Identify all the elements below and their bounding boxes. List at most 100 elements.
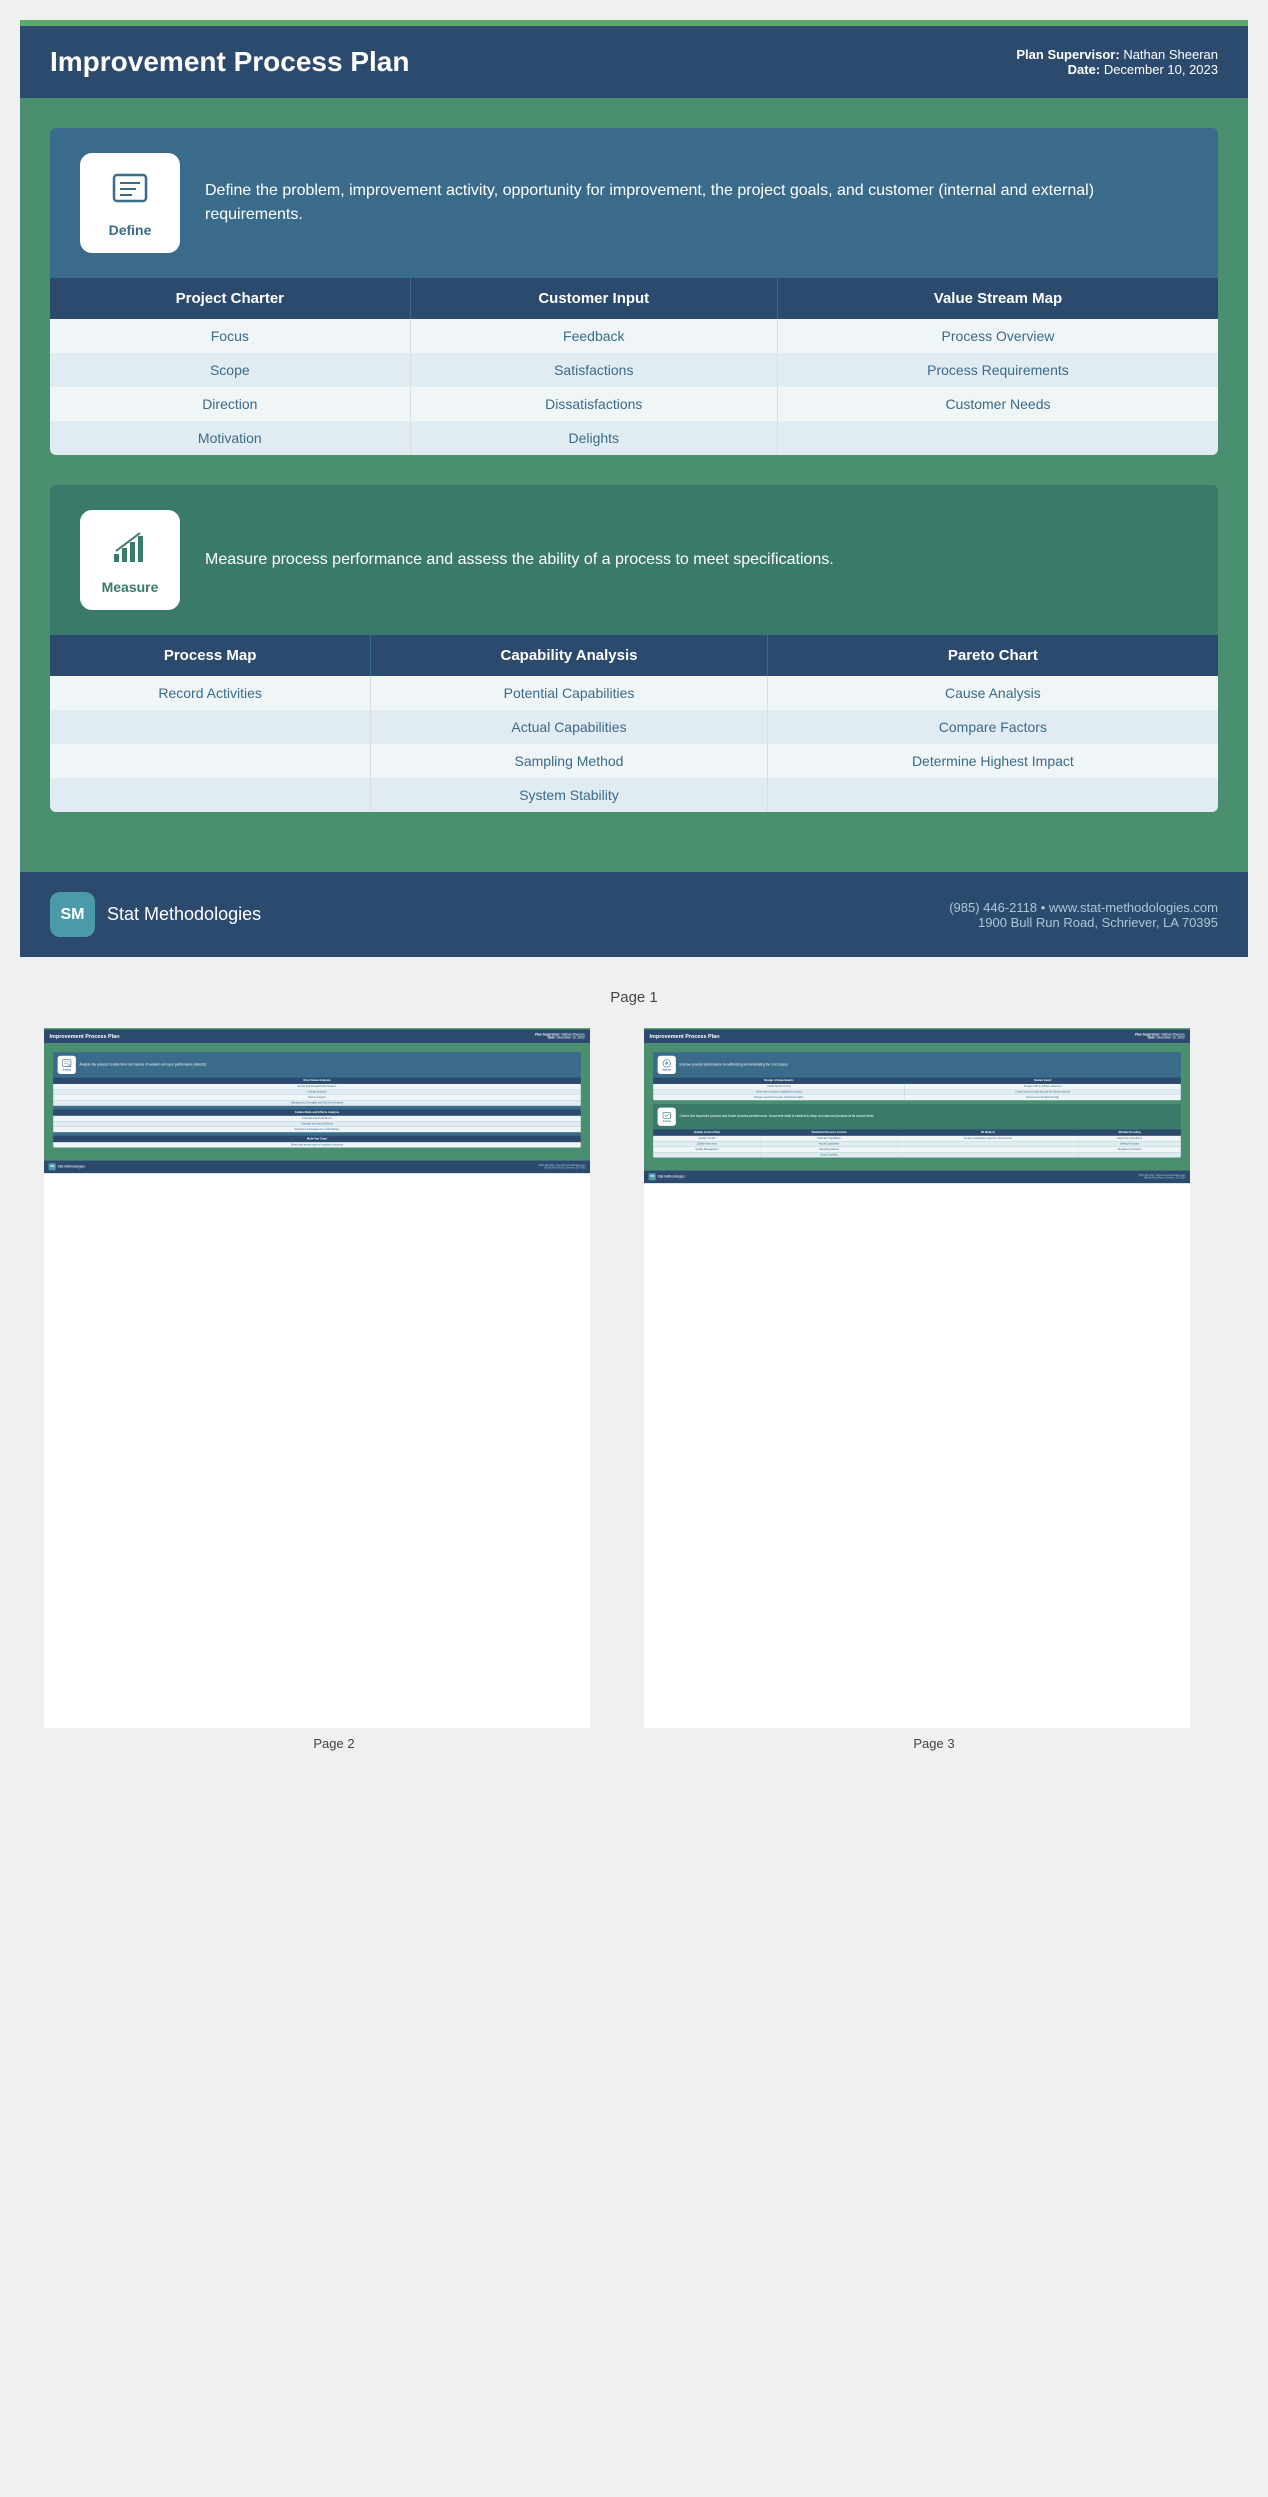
cell: Process Overview [777,319,1218,353]
table-row: Actual Capabilities Compare Factors [50,710,1218,744]
page-3-content: Improvement Process Plan Plan Supervisor… [644,1028,1190,1183]
mini-fmea-table: Failure Mode and Effects Analysis Potent… [53,1109,581,1132]
mini-contact-3: (985) 446-2118 • www.stat-methodologies.… [1138,1174,1185,1179]
footer-website: www.stat-methodologies.com [1049,900,1218,915]
measure-icon [110,526,150,574]
cell: Scope [50,353,410,387]
col-customer-input: Customer Input [410,278,777,319]
cell [50,778,371,812]
supervisor-label: Plan Supervisor: [1016,47,1119,62]
footer-phone: (985) 446-2118 [949,900,1037,915]
mini-footer-2: SM Stat Methodologies (985) 446-2118 • w… [44,1160,590,1173]
table-row: Management Oversight and Risk Tree Analy… [53,1100,581,1105]
mini-improve-desc: Improve process performance by addressin… [679,1063,788,1067]
mini-main-2: Analyze Analyze the process to determine… [44,1043,590,1160]
mini-multivari-table: Multi-Vari Chart Detect and assess types… [53,1136,581,1148]
mini-meta-2: Plan Supervisor: Nathan Sheeran Date: De… [535,1033,584,1039]
mini-improve-table: Design of Experiments Kaizen Event Isola… [653,1078,1181,1101]
mini-control-section: Control Control the improved process and… [653,1104,1181,1158]
page-2-thumbnail-wrapper: Improvement Process Plan Plan Supervisor… [44,1028,624,1759]
page-3-thumbnail-wrapper: Improvement Process Plan Plan Supervisor… [644,1028,1224,1759]
cell: Determine Highest Impact [767,744,1218,778]
mini-title-3: Improvement Process Plan [649,1033,719,1039]
mini-addr-3: 1900 Bull Run Road, Schriever, LA 70395 [1138,1177,1185,1180]
mini-brand-name-3: Stat Methodologies [658,1175,685,1178]
col-capability-analysis: Capability Analysis [371,635,768,676]
mini-main-3: Improve Improve process performance by a… [644,1043,1190,1170]
mini-control-hdr: Control Control the improved process and… [653,1104,1181,1129]
cell: Feedback [410,319,777,353]
footer-contact: (985) 446-2118 • www.stat-methodologies.… [949,900,1218,930]
mini-meta-3: Plan Supervisor: Nathan Sheeran Date: De… [1135,1033,1184,1039]
cell: Cause Analysis [767,676,1218,710]
cell: Design experiment to give optimized insi… [653,1095,904,1100]
mini-analyze-section: Analyze Analyze the process to determine… [53,1052,581,1148]
mini-improve-icon: Improve [658,1056,676,1074]
cell: Process Requirements [777,353,1218,387]
mini-header-2: Improvement Process Plan Plan Supervisor… [44,1028,590,1043]
cell [50,744,371,778]
date-value: December 10, 2023 [1104,62,1218,77]
mini-date-label: Date: [548,1036,556,1039]
cell: Compare Factors [767,710,1218,744]
cell: Record Activities [50,676,371,710]
mini-header-3: Improvement Process Plan Plan Supervisor… [644,1028,1190,1043]
mini-analyze-icon: Analyze [58,1056,76,1074]
table-row: System Stability [653,1152,1181,1157]
page-header: Improvement Process Plan Plan Supervisor… [20,20,1248,98]
mini-root-cause-table: Root Cause Analysis Events and Causal Fa… [53,1078,581,1106]
mini-control-table: Quality Control Plan Statistical Process… [653,1129,1181,1157]
page-footer: SM Stat Methodologies (985) 446-2118 • w… [20,872,1248,957]
page-2-label: Page 2 [44,1728,624,1759]
page-1: Improvement Process Plan Plan Supervisor… [20,20,1248,957]
define-label: Define [109,222,152,238]
measure-label: Measure [102,579,159,595]
mini-improve-label: Improve [662,1068,671,1071]
footer-logo: SM [50,892,95,937]
mini-control-label: Control [663,1120,671,1123]
col-value-stream-map: Value Stream Map [777,278,1218,319]
header-meta: Plan Supervisor: Nathan Sheeran Date: De… [1016,47,1218,77]
table-row: Motivation Delights [50,421,1218,455]
define-icon-box: Define [80,153,180,253]
table-row: System Stability [50,778,1218,812]
page-3-label: Page 3 [644,1728,1224,1759]
cell: System Stability [371,778,768,812]
col-project-charter: Project Charter [50,278,410,319]
page-2-content: Improvement Process Plan Plan Supervisor… [44,1028,590,1173]
mini-contact-2: (985) 446-2118 • www.stat-methodologies.… [538,1164,585,1169]
define-table: Project Charter Customer Input Value Str… [50,278,1218,455]
define-header: Define Define the problem, improvement a… [50,128,1218,278]
mini-analyze-label: Analyze [62,1068,71,1071]
cell: Dissatisfactions [410,387,777,421]
cell: Customer Needs [777,387,1218,421]
mini-footer-3: SM Stat Methodologies (985) 446-2118 • w… [644,1170,1190,1183]
cell: Focus [50,319,410,353]
mini-control-desc: Control the improved process and future … [679,1114,874,1118]
cell [777,421,1218,455]
mini-logo-2: SM [49,1163,56,1170]
footer-brand: SM Stat Methodologies [50,892,261,937]
table-row: Detect and assess types of variation in … [53,1142,581,1147]
cell: Delights [410,421,777,455]
mini-date-val: December 10, 2023 [557,1036,585,1039]
cell: Potential Capabilities [371,676,768,710]
mini-control-icon: Control [658,1108,676,1126]
cell: Management Oversight and Risk Tree Analy… [53,1100,581,1105]
cell [50,710,371,744]
cell: Satisfactions [410,353,777,387]
table-row: Focus Feedback Process Overview [50,319,1218,353]
measure-icon-box: Measure [80,510,180,610]
cell [653,1152,761,1157]
cell: System Stability [761,1152,898,1157]
measure-section: Measure Measure process performance and … [50,485,1218,812]
page-main: Define Define the problem, improvement a… [20,98,1248,872]
table-row: Scope Satisfactions Process Requirements [50,353,1218,387]
define-section: Define Define the problem, improvement a… [50,128,1218,455]
cell: Sampling Method [371,744,768,778]
table-row: Determine Consequences of All Failures [53,1127,581,1132]
page-3-container: Improvement Process Plan Plan Supervisor… [644,1028,1190,1728]
thumbnails-row: Improvement Process Plan Plan Supervisor… [20,1018,1248,1779]
table-row: Sampling Method Determine Highest Impact [50,744,1218,778]
date-label: Date: [1068,62,1101,77]
